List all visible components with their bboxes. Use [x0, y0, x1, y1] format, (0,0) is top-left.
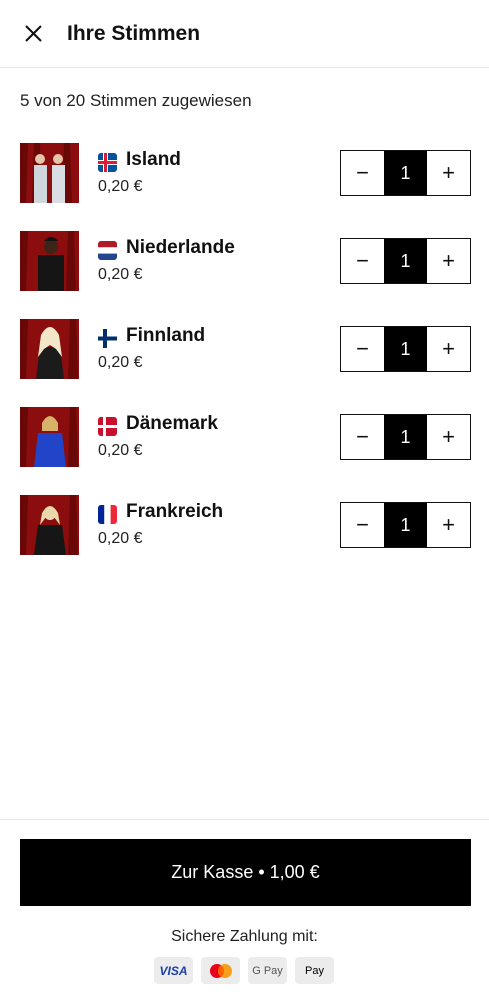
visa-icon: VISA [154, 957, 193, 984]
decrement-button[interactable]: − [341, 239, 384, 283]
decrement-button[interactable]: − [341, 327, 384, 371]
increment-button[interactable]: + [427, 239, 470, 283]
votes-summary: 5 von 20 Stimmen zugewiesen [20, 91, 252, 110]
vote-count: 1 [384, 239, 427, 283]
list-item: Niederlande 0,20 € − 1 + [0, 231, 489, 319]
decrement-button[interactable]: − [341, 503, 384, 547]
country-name: Island [126, 149, 181, 170]
vote-count: 1 [384, 503, 427, 547]
quantity-stepper: − 1 + [340, 414, 471, 460]
vote-list: Island 0,20 € − 1 + Niederlande 0,20 € −… [0, 143, 489, 583]
increment-button[interactable]: + [427, 327, 470, 371]
vote-count: 1 [384, 327, 427, 371]
vote-price: 0,20 € [98, 354, 143, 371]
apple-pay-icon: Pay [295, 957, 334, 984]
flag-france-icon [98, 505, 117, 524]
mastercard-icon [201, 957, 240, 984]
country-name: Niederlande [126, 237, 235, 258]
list-item: Finnland 0,20 € − 1 + [0, 319, 489, 407]
header-bar: Ihre Stimmen [0, 0, 489, 68]
decrement-button[interactable]: − [341, 151, 384, 195]
page-title: Ihre Stimmen [67, 22, 201, 45]
artist-thumbnail [20, 143, 79, 203]
list-item: Island 0,20 € − 1 + [0, 143, 489, 231]
vote-price: 0,20 € [98, 266, 143, 283]
flag-iceland-icon [98, 153, 117, 172]
artist-thumbnail [20, 407, 79, 467]
vote-count: 1 [384, 415, 427, 459]
flag-netherlands-icon [98, 241, 117, 260]
country-name: Frankreich [126, 501, 224, 522]
increment-button[interactable]: + [427, 415, 470, 459]
artist-thumbnail [20, 231, 79, 291]
google-pay-icon: G Pay [248, 957, 287, 984]
vote-price: 0,20 € [98, 178, 143, 195]
vote-price: 0,20 € [98, 442, 143, 459]
artist-thumbnail [20, 495, 79, 555]
artist-thumbnail [20, 319, 79, 379]
quantity-stepper: − 1 + [340, 326, 471, 372]
country-name: Finnland [126, 325, 206, 346]
vote-count: 1 [384, 151, 427, 195]
secure-payment-label: Sichere Zahlung mit: [171, 928, 318, 945]
list-item: Frankreich 0,20 € − 1 + [0, 495, 489, 583]
quantity-stepper: − 1 + [340, 502, 471, 548]
list-item: Dänemark 0,20 € − 1 + [0, 407, 489, 495]
flag-finland-icon [98, 329, 117, 348]
close-icon[interactable] [20, 20, 48, 48]
checkout-button[interactable]: Zur Kasse • 1,00 € [20, 839, 471, 906]
quantity-stepper: − 1 + [340, 238, 471, 284]
increment-button[interactable]: + [427, 151, 470, 195]
flag-denmark-icon [98, 417, 117, 436]
increment-button[interactable]: + [427, 503, 470, 547]
decrement-button[interactable]: − [341, 415, 384, 459]
footer-divider [0, 819, 489, 820]
country-name: Dänemark [126, 413, 218, 434]
payment-methods: VISA G Pay Pay [154, 957, 334, 984]
quantity-stepper: − 1 + [340, 150, 471, 196]
vote-price: 0,20 € [98, 530, 143, 547]
